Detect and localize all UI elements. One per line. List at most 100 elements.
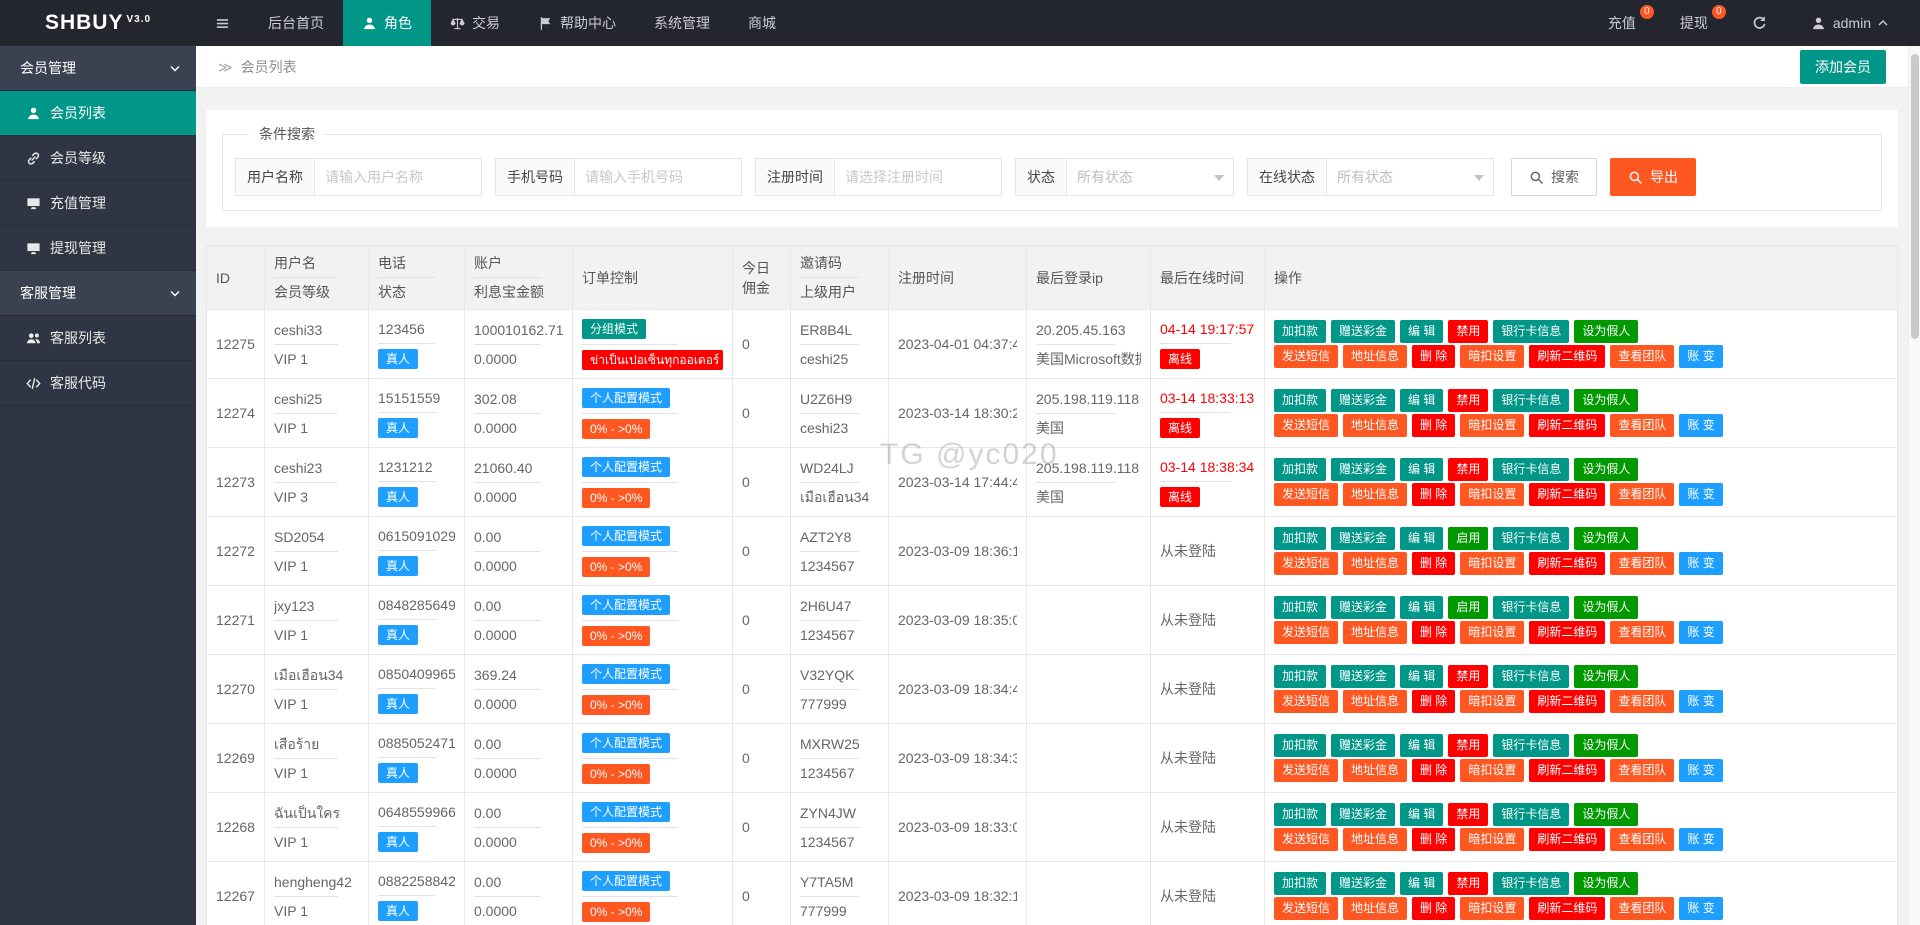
view-team-button[interactable]: 查看团队 [1610,345,1674,368]
edit-button[interactable]: 编 辑 [1400,596,1443,619]
sidebar-item-会员列表[interactable]: 会员列表 [0,91,196,136]
add-deduct-button[interactable]: 加扣款 [1274,458,1326,481]
send-sms-button[interactable]: 发送短信 [1274,621,1338,644]
send-sms-button[interactable]: 发送短信 [1274,690,1338,713]
hidden-deduct-button[interactable]: 暗扣设置 [1460,759,1524,782]
gift-bonus-button[interactable]: 赠送彩金 [1331,803,1395,826]
view-team-button[interactable]: 查看团队 [1610,552,1674,575]
sidebar-item-提现管理[interactable]: 提现管理 [0,226,196,271]
view-team-button[interactable]: 查看团队 [1610,759,1674,782]
scrollbar-track[interactable] [1908,46,1920,925]
account-change-button[interactable]: 账 变 [1679,897,1722,920]
refresh-qrcode-button[interactable]: 刷新二维码 [1529,828,1605,851]
address-info-button[interactable]: 地址信息 [1343,690,1407,713]
refresh-qrcode-button[interactable]: 刷新二维码 [1529,759,1605,782]
refresh-qrcode-button[interactable]: 刷新二维码 [1529,552,1605,575]
set-fake-button[interactable]: 设为假人 [1574,596,1638,619]
sidebar-toggle-button[interactable] [196,0,249,46]
toggle-enable-button[interactable]: 启用 [1448,527,1488,550]
address-info-button[interactable]: 地址信息 [1343,345,1407,368]
add-deduct-button[interactable]: 加扣款 [1274,527,1326,550]
toggle-enable-button[interactable]: 禁用 [1448,734,1488,757]
toggle-enable-button[interactable]: 启用 [1448,596,1488,619]
account-change-button[interactable]: 账 变 [1679,414,1722,437]
phone-filter[interactable] [574,158,742,196]
account-change-button[interactable]: 账 变 [1679,621,1722,644]
regtime-filter[interactable] [834,158,1002,196]
edit-button[interactable]: 编 辑 [1400,665,1443,688]
hidden-deduct-button[interactable]: 暗扣设置 [1460,690,1524,713]
bank-card-info-button[interactable]: 银行卡信息 [1493,458,1569,481]
account-change-button[interactable]: 账 变 [1679,345,1722,368]
refresh-qrcode-button[interactable]: 刷新二维码 [1529,483,1605,506]
view-team-button[interactable]: 查看团队 [1610,828,1674,851]
recharge-nav-item[interactable]: 充值 0 [1586,0,1658,46]
sidebar-item-充值管理[interactable]: 充值管理 [0,181,196,226]
nav-item-5[interactable]: 商城 [729,0,795,46]
set-fake-button[interactable]: 设为假人 [1574,665,1638,688]
address-info-button[interactable]: 地址信息 [1343,621,1407,644]
toggle-enable-button[interactable]: 禁用 [1448,389,1488,412]
send-sms-button[interactable]: 发送短信 [1274,759,1338,782]
set-fake-button[interactable]: 设为假人 [1574,734,1638,757]
add-deduct-button[interactable]: 加扣款 [1274,389,1326,412]
view-team-button[interactable]: 查看团队 [1610,483,1674,506]
toggle-enable-button[interactable]: 禁用 [1448,665,1488,688]
bank-card-info-button[interactable]: 银行卡信息 [1493,734,1569,757]
nav-item-3[interactable]: 帮助中心 [519,0,635,46]
delete-button[interactable]: 删 除 [1412,345,1455,368]
account-change-button[interactable]: 账 变 [1679,759,1722,782]
nav-item-1[interactable]: 角色 [343,0,431,46]
search-button[interactable]: 搜索 [1511,158,1597,196]
set-fake-button[interactable]: 设为假人 [1574,458,1638,481]
export-button[interactable]: 导出 [1610,158,1696,196]
gift-bonus-button[interactable]: 赠送彩金 [1331,596,1395,619]
sidebar-item-客服代码[interactable]: 客服代码 [0,361,196,406]
add-deduct-button[interactable]: 加扣款 [1274,872,1326,895]
sidebar-section-1[interactable]: 客服管理 [0,271,196,316]
edit-button[interactable]: 编 辑 [1400,389,1443,412]
scrollbar-thumb[interactable] [1911,54,1919,339]
account-change-button[interactable]: 账 变 [1679,483,1722,506]
delete-button[interactable]: 删 除 [1412,621,1455,644]
status-select[interactable]: 所有状态 [1066,158,1234,196]
gift-bonus-button[interactable]: 赠送彩金 [1331,872,1395,895]
account-change-button[interactable]: 账 变 [1679,828,1722,851]
delete-button[interactable]: 删 除 [1412,552,1455,575]
set-fake-button[interactable]: 设为假人 [1574,527,1638,550]
edit-button[interactable]: 编 辑 [1400,320,1443,343]
bank-card-info-button[interactable]: 银行卡信息 [1493,803,1569,826]
send-sms-button[interactable]: 发送短信 [1274,897,1338,920]
view-team-button[interactable]: 查看团队 [1610,414,1674,437]
edit-button[interactable]: 编 辑 [1400,872,1443,895]
view-team-button[interactable]: 查看团队 [1610,897,1674,920]
admin-menu[interactable]: admin [1789,0,1910,46]
delete-button[interactable]: 删 除 [1412,414,1455,437]
address-info-button[interactable]: 地址信息 [1343,897,1407,920]
nav-item-0[interactable]: 后台首页 [249,0,343,46]
edit-button[interactable]: 编 辑 [1400,734,1443,757]
sidebar-section-0[interactable]: 会员管理 [0,46,196,91]
send-sms-button[interactable]: 发送短信 [1274,552,1338,575]
address-info-button[interactable]: 地址信息 [1343,759,1407,782]
refresh-qrcode-button[interactable]: 刷新二维码 [1529,690,1605,713]
view-team-button[interactable]: 查看团队 [1610,621,1674,644]
address-info-button[interactable]: 地址信息 [1343,828,1407,851]
online-status-select[interactable]: 所有状态 [1326,158,1494,196]
toggle-enable-button[interactable]: 禁用 [1448,803,1488,826]
hidden-deduct-button[interactable]: 暗扣设置 [1460,345,1524,368]
refresh-button[interactable] [1730,0,1789,46]
sidebar-item-客服列表[interactable]: 客服列表 [0,316,196,361]
refresh-qrcode-button[interactable]: 刷新二维码 [1529,414,1605,437]
address-info-button[interactable]: 地址信息 [1343,552,1407,575]
nav-item-4[interactable]: 系统管理 [635,0,729,46]
view-team-button[interactable]: 查看团队 [1610,690,1674,713]
refresh-qrcode-button[interactable]: 刷新二维码 [1529,621,1605,644]
withdraw-nav-item[interactable]: 提现 0 [1658,0,1730,46]
refresh-qrcode-button[interactable]: 刷新二维码 [1529,897,1605,920]
delete-button[interactable]: 删 除 [1412,828,1455,851]
account-change-button[interactable]: 账 变 [1679,552,1722,575]
sidebar-item-会员等级[interactable]: 会员等级 [0,136,196,181]
username-filter[interactable] [314,158,482,196]
send-sms-button[interactable]: 发送短信 [1274,345,1338,368]
